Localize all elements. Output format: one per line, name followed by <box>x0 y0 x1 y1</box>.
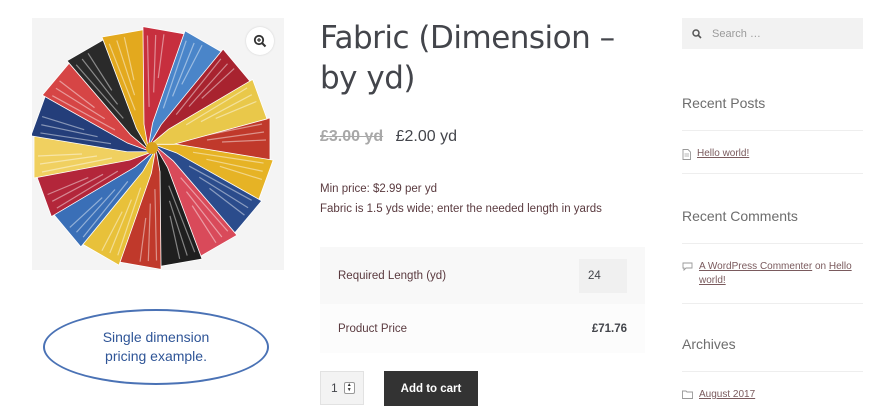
required-length-row: Required Length (yd) <box>320 247 645 304</box>
product-price-value: £71.76 <box>591 322 627 335</box>
search-input[interactable] <box>710 26 854 41</box>
document-icon <box>682 149 691 160</box>
recent-comment-item: A WordPress Commenter on Hello world! <box>682 260 863 288</box>
recent-post-link[interactable]: Hello world! <box>697 147 749 161</box>
add-to-cart-button[interactable]: Add to cart <box>384 371 478 406</box>
price-row: £3.00 yd £2.00 yd <box>320 128 457 146</box>
pricing-table: Required Length (yd) Product Price £71.7… <box>320 247 645 353</box>
search-icon <box>692 28 702 39</box>
divider <box>682 371 863 372</box>
product-price-label: Product Price <box>338 322 408 335</box>
recent-posts-title: Recent Posts <box>682 95 766 111</box>
product-price-row: Product Price £71.76 <box>320 304 645 353</box>
comment-author-link[interactable]: A WordPress Commenter <box>699 261 812 272</box>
divider <box>682 243 863 244</box>
zoom-button[interactable] <box>246 27 274 55</box>
comment-bubble-icon <box>682 262 693 271</box>
divider <box>682 303 863 304</box>
required-length-input[interactable] <box>579 258 627 293</box>
fabric-fan-image <box>32 18 284 270</box>
stepper-arrows-icon[interactable]: ▲ ▼ <box>343 382 355 394</box>
zoom-icon <box>253 34 267 48</box>
quantity-stepper[interactable]: 1 ▲ ▼ <box>320 371 364 405</box>
required-length-label: Required Length (yd) <box>338 269 447 282</box>
product-image[interactable] <box>32 18 284 270</box>
product-description: Min price: $2.99 per yd Fabric is 1.5 yd… <box>320 179 602 219</box>
archive-item: August 2017 <box>682 388 755 402</box>
divider <box>682 173 863 174</box>
callout-line-2: pricing example. <box>105 348 207 364</box>
product-title: Fabric (Dimension – by yd) <box>320 20 615 96</box>
recent-post-item: Hello world! <box>682 147 749 161</box>
quantity-value: 1 <box>331 381 338 395</box>
min-price-text: Min price: $2.99 per yd <box>320 183 437 195</box>
divider <box>682 130 863 131</box>
callout-ellipse: Single dimension pricing example. <box>43 309 269 385</box>
archives-title: Archives <box>682 336 736 352</box>
callout-line-1: Single dimension <box>102 329 210 345</box>
archive-link[interactable]: August 2017 <box>699 388 755 402</box>
search-box <box>682 18 863 49</box>
recent-comments-title: Recent Comments <box>682 208 798 224</box>
width-note-text: Fabric is 1.5 yds wide; enter the needed… <box>320 203 602 215</box>
comment-on-text: on <box>814 261 827 272</box>
regular-price: £3.00 yd <box>320 128 384 145</box>
sale-price: £2.00 yd <box>395 128 457 145</box>
folder-icon <box>682 390 693 399</box>
